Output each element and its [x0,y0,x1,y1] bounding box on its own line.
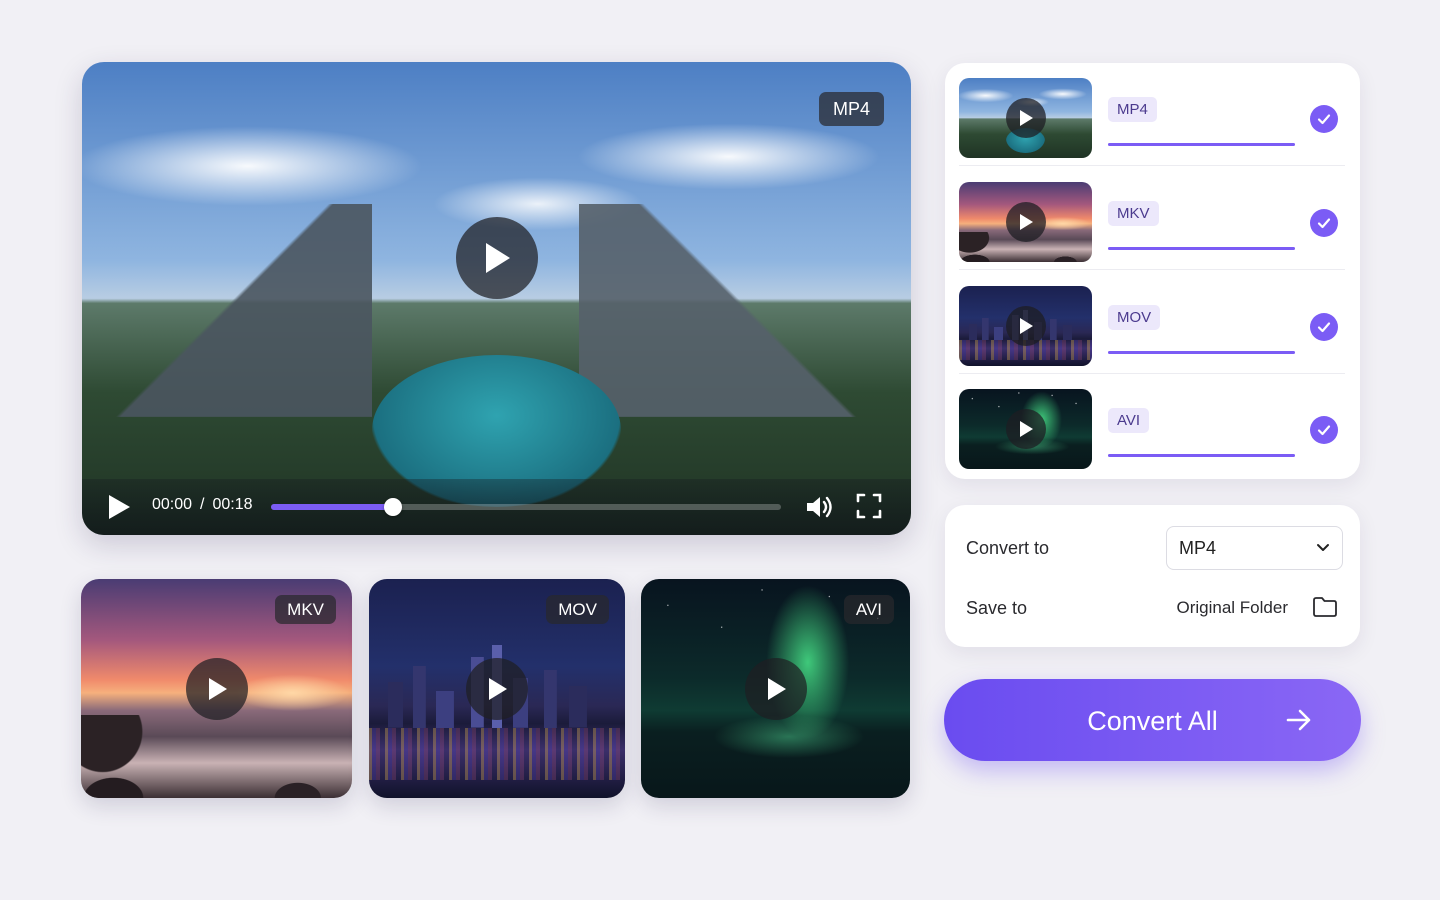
total-time: 00:18 [212,496,253,513]
seek-bar-handle[interactable] [384,498,403,516]
progress-bar [1108,247,1295,250]
play-icon [1019,421,1033,437]
play-button[interactable] [1005,409,1046,449]
folder-icon[interactable] [1312,596,1338,618]
arrow-right-icon [1286,709,1311,731]
current-time: 00:00 [152,496,193,513]
convert-to-label: Convert to [966,538,1050,558]
queue-item[interactable]: AVI [959,374,1345,477]
conversion-queue: MP4 MKV MOV AVI [945,63,1360,479]
format-badge: MP4 [818,92,884,126]
format-select-value: MP4 [1179,537,1217,558]
queue-item[interactable]: MKV [959,167,1345,270]
queue-thumbnail[interactable] [959,78,1092,158]
progress-bar-fill [1108,454,1295,457]
check-icon [1310,209,1338,237]
queue-item[interactable]: MOV [959,271,1345,374]
format-tag: MOV [1108,305,1161,330]
progress-bar-fill [1108,351,1295,354]
play-icon [1019,318,1033,334]
play-icon [489,677,507,700]
format-badge: AVI [843,595,894,624]
queue-item[interactable]: MP4 [959,63,1345,166]
progress-bar-fill [1108,143,1295,146]
play-icon [767,677,786,700]
seek-bar-progress [271,504,394,510]
progress-bar [1108,143,1295,146]
play-icon [208,677,227,700]
format-tag: MP4 [1108,97,1157,122]
progress-bar-fill [1108,247,1295,250]
check-icon [1310,416,1338,444]
format-tag: MKV [1108,201,1159,226]
convert-all-button[interactable]: Convert All [944,679,1361,761]
video-thumbnail[interactable]: AVI [641,579,910,798]
play-button[interactable] [185,657,248,720]
fullscreen-icon[interactable] [855,492,883,520]
check-icon [1310,313,1338,341]
video-thumbnail[interactable]: MOV [369,579,625,798]
play-icon [1019,110,1033,126]
play-button[interactable] [466,657,528,720]
video-player[interactable]: MP4 00:00 / 00:18 [82,62,911,535]
time-separator: / [200,496,205,513]
play-icon [1019,214,1033,230]
progress-bar [1108,454,1295,457]
play-button[interactable] [744,657,807,720]
format-tag: AVI [1108,408,1150,433]
check-icon [1310,105,1338,133]
format-badge: MOV [546,595,609,624]
volume-icon[interactable] [804,492,834,522]
play-button[interactable] [455,216,538,299]
progress-bar [1108,351,1295,354]
play-icon [485,242,510,273]
queue-thumbnail[interactable] [959,389,1092,469]
format-badge: MKV [275,595,336,624]
output-settings: Convert to MP4 Save to Original Folder [945,505,1360,647]
time-display: 00:00 / 00:18 [152,496,253,514]
play-button[interactable] [1005,306,1046,346]
player-controls: 00:00 / 00:18 [82,479,911,535]
save-to-label: Save to [966,598,1028,618]
seek-bar[interactable] [271,498,781,516]
queue-thumbnail[interactable] [959,286,1092,366]
chevron-down-icon [1317,544,1329,551]
play-button[interactable] [1005,202,1046,242]
save-folder-value[interactable]: Original Folder [1177,598,1289,618]
queue-thumbnail[interactable] [959,182,1092,262]
format-select[interactable]: MP4 [1166,526,1343,570]
video-thumbnail[interactable]: MKV [81,579,352,798]
video-frame-mountain-lake [82,62,911,535]
play-button[interactable] [1005,98,1046,138]
play-icon[interactable] [106,493,132,521]
